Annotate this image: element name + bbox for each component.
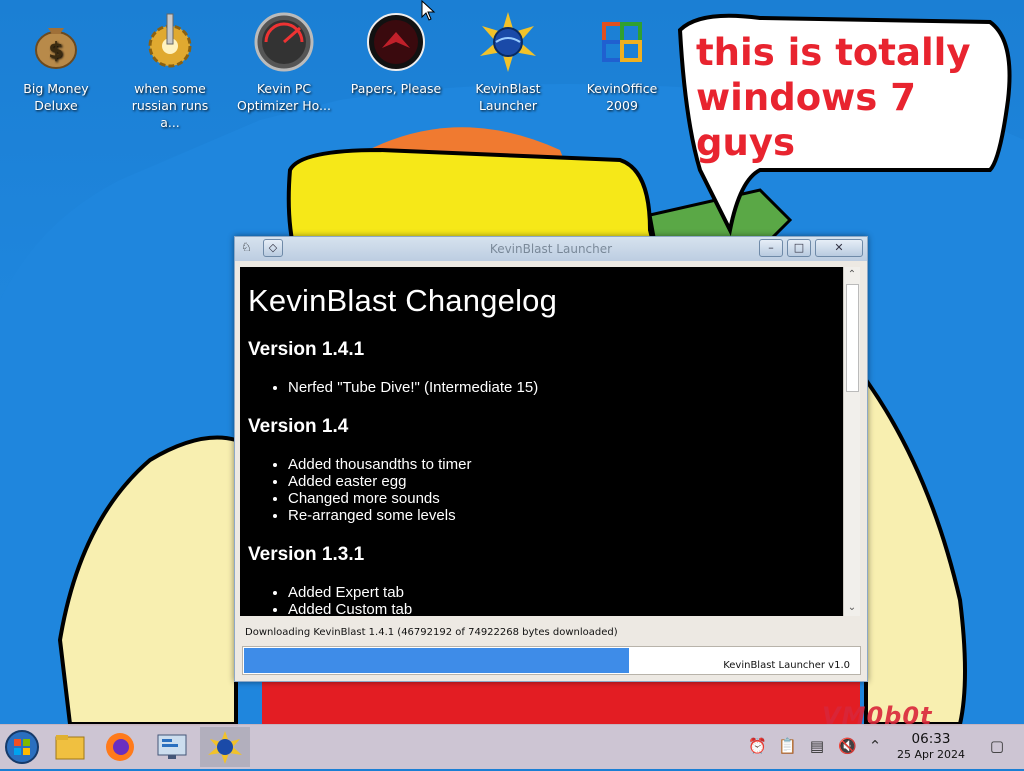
speech-bubble-text: this is totally windows 7 guys: [696, 30, 996, 165]
kevinblast-globe-icon: [478, 12, 538, 72]
monitor-settings-icon: [157, 734, 187, 759]
papers-please-icon: [366, 12, 426, 72]
desktop-icon-label: Kevin PC: [256, 81, 312, 96]
firefox-icon: [106, 733, 134, 761]
desktop-icon-label: 2009: [606, 98, 638, 113]
changelog-title: KevinBlast Changelog: [248, 283, 558, 318]
show-hidden-icons-chevron-up-icon[interactable]: ⌃: [866, 737, 884, 755]
changelog-item: Added Custom tab: [288, 601, 843, 616]
clipboard-icon[interactable]: 📋: [778, 737, 797, 755]
maximize-button[interactable]: □: [787, 239, 811, 257]
desktop-icon-label: Deluxe: [34, 98, 78, 113]
desktop-icon-label: Launcher: [478, 98, 538, 113]
version-heading: Version 1.3.1: [248, 544, 365, 565]
desktop-icon-label: russian runs a...: [131, 98, 209, 130]
desktop-icon-label: Papers, Please: [350, 81, 442, 96]
desktop-icon-label: Big Money: [23, 81, 89, 96]
notifications-bell-icon[interactable]: ⏰: [748, 737, 767, 755]
desktop-icon-label: Optimizer Ho...: [237, 98, 331, 113]
show-desktop-icon[interactable]: ▢: [988, 737, 1006, 755]
minimize-button[interactable]: –: [759, 239, 783, 257]
device-icon[interactable]: ▤: [808, 737, 826, 755]
desktop-icon-big-money-deluxe[interactable]: $ Big Money Deluxe: [6, 8, 106, 114]
changelog-scrollbar[interactable]: ⌃ ⌄: [843, 267, 860, 616]
desktop-icon-kevinblast-launcher[interactable]: KevinBlast Launcher: [458, 8, 558, 114]
taskbar: ⏰ 📋 ▤ 🔇 ⌃ ▢: [0, 724, 1024, 769]
changelog-item: Re-arranged some levels: [288, 507, 843, 524]
clock-time[interactable]: 06:33: [900, 731, 962, 747]
desktop-icon-label: KevinBlast: [475, 81, 541, 96]
desktop-icon-kevinoffice-2009[interactable]: KevinOffice 2009: [572, 8, 672, 114]
kevinoffice-icon: [592, 12, 652, 72]
changelog-list: Nerfed "Tube Dive!" (Intermediate 15): [240, 379, 843, 396]
desktop-icon-label: when some: [134, 81, 206, 96]
version-heading: Version 1.4.1: [248, 339, 365, 360]
folder-icon: [55, 735, 85, 760]
launcher-version-label: KevinBlast Launcher v1.0: [723, 660, 850, 671]
taskbar-file-manager[interactable]: [48, 727, 92, 767]
volume-muted-icon[interactable]: 🔇: [838, 737, 857, 755]
kevinblast-launcher-window[interactable]: ♘ ◇ KevinBlast Launcher – □ ✕ KevinBlast…: [234, 236, 868, 682]
download-progress-bar: KevinBlast Launcher v1.0: [242, 646, 861, 675]
download-status-text: Downloading KevinBlast 1.4.1 (46792192 o…: [245, 627, 618, 638]
changelog-item: Added Expert tab: [288, 584, 843, 601]
version-heading: Version 1.4: [248, 416, 349, 437]
desktop-icon-kevin-pc-optimizer[interactable]: Kevin PC Optimizer Ho...: [234, 8, 334, 114]
scroll-down-arrow-icon[interactable]: ⌄: [844, 600, 860, 616]
changelog-item: Added easter egg: [288, 473, 843, 490]
mouse-cursor-icon: [421, 0, 436, 21]
changelog-list: Added thousandths to timer Added easter …: [240, 456, 843, 524]
start-button[interactable]: [0, 727, 44, 767]
money-bag-icon: $: [26, 12, 86, 72]
start-orb-icon: [5, 730, 39, 764]
svg-text:$: $: [48, 39, 63, 64]
desktop-icon-label: KevinOffice: [586, 81, 658, 96]
close-button[interactable]: ✕: [815, 239, 863, 257]
gauge-icon: [254, 12, 314, 72]
speech-bubble-line: windows 7 guys: [696, 76, 916, 164]
kevinblast-globe-icon: [208, 731, 242, 764]
taskbar-system-settings[interactable]: [150, 727, 194, 767]
scrollbar-thumb[interactable]: [846, 284, 859, 392]
gears-icon: [140, 12, 200, 72]
changelog-item: Added thousandths to timer: [288, 456, 843, 473]
changelog-view[interactable]: KevinBlast Changelog Version 1.4.1 Nerfe…: [240, 267, 843, 616]
progress-fill: [244, 648, 630, 673]
desktop-icon-when-some-russian[interactable]: when some russian runs a...: [120, 8, 220, 131]
changelog-list: Added Expert tab Added Custom tab: [240, 584, 843, 616]
changelog-item: Nerfed "Tube Dive!" (Intermediate 15): [288, 379, 843, 396]
window-titlebar[interactable]: ♘ ◇ KevinBlast Launcher – □ ✕: [235, 237, 867, 261]
taskbar-firefox[interactable]: [98, 727, 142, 767]
scroll-up-arrow-icon[interactable]: ⌃: [844, 267, 860, 283]
taskbar-kevinblast-launcher[interactable]: [200, 727, 250, 767]
speech-bubble-line: this is totally: [696, 31, 971, 74]
changelog-item: Changed more sounds: [288, 490, 843, 507]
clock-date[interactable]: 25 Apr 2024: [888, 748, 974, 761]
